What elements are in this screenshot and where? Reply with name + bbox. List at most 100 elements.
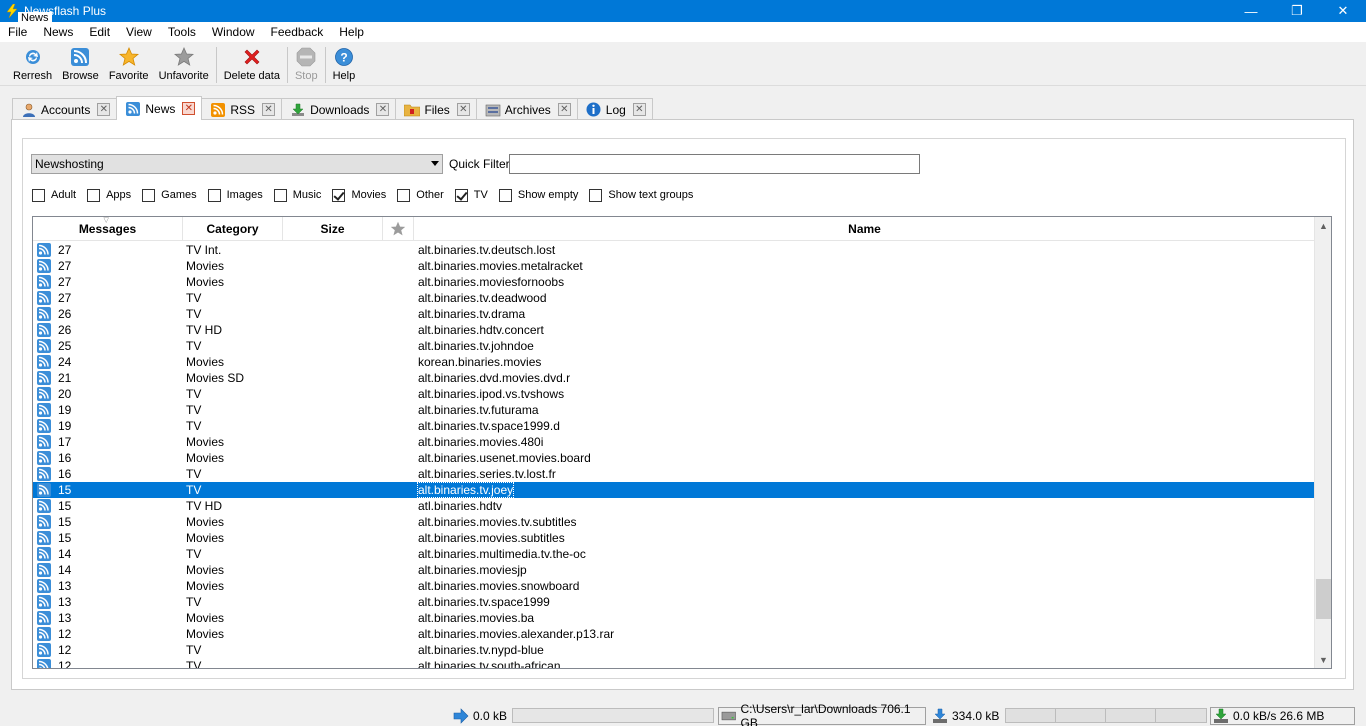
table-row[interactable]: 21 Movies SD alt.binaries.dvd.movies.dvd.r bbox=[33, 370, 1315, 386]
table-row[interactable]: 27 TV alt.binaries.tv.deadwood bbox=[33, 290, 1315, 306]
delete-data-button[interactable]: Delete data bbox=[219, 43, 285, 83]
column-messages[interactable]: ▽ Messages bbox=[33, 217, 183, 241]
table-row[interactable]: 17 Movies alt.binaries.movies.480i bbox=[33, 434, 1315, 450]
table-row[interactable]: 20 TV alt.binaries.ipod.vs.tvshows bbox=[33, 386, 1315, 402]
filter-other[interactable]: Other bbox=[397, 188, 444, 202]
table-row[interactable]: 19 TV alt.binaries.tv.space1999.d bbox=[33, 418, 1315, 434]
table-row[interactable]: 12 TV alt.binaries.tv.south-african bbox=[33, 658, 1315, 668]
table-row[interactable]: 16 TV alt.binaries.series.tv.lost.fr bbox=[33, 466, 1315, 482]
row-category: Movies bbox=[186, 259, 225, 273]
table-row[interactable]: 16 Movies alt.binaries.usenet.movies.board bbox=[33, 450, 1315, 466]
menu-tools[interactable]: Tools bbox=[160, 25, 204, 39]
minimize-button[interactable]: — bbox=[1228, 0, 1274, 22]
filter-apps[interactable]: Apps bbox=[87, 188, 131, 202]
table-row[interactable]: 12 TV alt.binaries.tv.nypd-blue bbox=[33, 642, 1315, 658]
table-row[interactable]: 13 TV alt.binaries.tv.space1999 bbox=[33, 594, 1315, 610]
checkbox[interactable] bbox=[273, 188, 287, 202]
table-row[interactable]: 15 Movies alt.binaries.movies.tv.subtitles bbox=[33, 514, 1315, 530]
refresh-button[interactable]: Rerresh bbox=[8, 43, 57, 83]
row-category: Movies bbox=[186, 563, 225, 577]
help-button[interactable]: ? Help bbox=[328, 43, 361, 83]
row-category: TV Int. bbox=[186, 243, 222, 257]
table-row[interactable]: 13 Movies alt.binaries.movies.snowboard bbox=[33, 578, 1315, 594]
close-icon[interactable]: ✕ bbox=[557, 103, 571, 116]
column-favorite[interactable] bbox=[383, 217, 414, 241]
close-button[interactable]: ✕ bbox=[1320, 0, 1366, 22]
unfavorite-button[interactable]: Unfavorite bbox=[154, 43, 214, 83]
filter-music[interactable]: Music bbox=[273, 188, 321, 202]
filter-movies[interactable]: Movies bbox=[332, 188, 386, 202]
stop-button[interactable]: Stop bbox=[290, 43, 323, 83]
checkbox[interactable] bbox=[207, 188, 221, 202]
close-icon[interactable]: ✕ bbox=[632, 103, 646, 116]
row-category: Movies bbox=[186, 435, 225, 449]
filter-tv[interactable]: TV bbox=[454, 188, 488, 202]
menu-help[interactable]: Help bbox=[331, 25, 372, 39]
rss-icon bbox=[36, 355, 52, 369]
table-row[interactable]: 26 TV alt.binaries.tv.drama bbox=[33, 306, 1315, 322]
maximize-button[interactable]: ❐ bbox=[1274, 0, 1320, 22]
filter-adult[interactable]: Adult bbox=[32, 188, 76, 202]
rss-icon bbox=[70, 47, 90, 67]
menu-feedback[interactable]: Feedback bbox=[263, 25, 332, 39]
tab-files[interactable]: Files ✕ bbox=[395, 98, 477, 120]
close-icon[interactable]: ✕ bbox=[97, 103, 111, 116]
checkbox[interactable] bbox=[397, 188, 411, 202]
filter-show-empty[interactable]: Show empty bbox=[498, 188, 578, 202]
table-row[interactable]: 15 TV alt.binaries.tv.joey bbox=[33, 482, 1315, 498]
table-row[interactable]: 27 TV Int. alt.binaries.tv.deutsch.lost bbox=[33, 242, 1315, 258]
menu-edit[interactable]: Edit bbox=[81, 25, 118, 39]
table-row[interactable]: 15 Movies alt.binaries.movies.subtitles bbox=[33, 530, 1315, 546]
close-icon[interactable]: ✕ bbox=[262, 103, 276, 116]
favorite-button[interactable]: Favorite bbox=[104, 43, 154, 83]
scroll-down-icon[interactable]: ▼ bbox=[1315, 651, 1331, 668]
vertical-scrollbar[interactable]: ▲ ▼ bbox=[1314, 217, 1331, 668]
tab-archives[interactable]: Archives ✕ bbox=[475, 98, 578, 120]
close-icon[interactable]: ✕ bbox=[182, 102, 196, 115]
checkbox[interactable] bbox=[332, 188, 346, 202]
close-icon[interactable]: ✕ bbox=[456, 103, 470, 116]
table-row[interactable]: 24 Movies korean.binaries.movies bbox=[33, 354, 1315, 370]
menu-file[interactable]: File bbox=[0, 25, 35, 39]
scroll-thumb[interactable] bbox=[1316, 579, 1331, 619]
table-row[interactable]: 12 Movies alt.binaries.movies.alexander.p1… bbox=[33, 626, 1315, 642]
row-messages: 19 bbox=[58, 419, 72, 433]
tab-log[interactable]: Log ✕ bbox=[576, 98, 653, 120]
column-name[interactable]: Name bbox=[414, 217, 1315, 241]
checkbox[interactable] bbox=[32, 188, 45, 202]
column-category[interactable]: Category bbox=[183, 217, 283, 241]
table-row[interactable]: 19 TV alt.binaries.tv.futurama bbox=[33, 402, 1315, 418]
table-row[interactable]: 14 TV alt.binaries.multimedia.tv.the-oc bbox=[33, 546, 1315, 562]
table-row[interactable]: 27 Movies alt.binaries.movies.metalracket bbox=[33, 258, 1315, 274]
table-row[interactable]: 25 TV alt.binaries.tv.johndoe bbox=[33, 338, 1315, 354]
tab-rss[interactable]: RSS ✕ bbox=[201, 98, 283, 120]
checkbox[interactable] bbox=[142, 188, 156, 202]
browse-button[interactable]: Browse bbox=[57, 43, 104, 83]
table-row[interactable]: 14 Movies alt.binaries.moviesjp bbox=[33, 562, 1315, 578]
checkbox[interactable] bbox=[87, 188, 101, 202]
quick-filter-input[interactable] bbox=[509, 154, 920, 174]
table-row[interactable]: 26 TV HD alt.binaries.hdtv.concert bbox=[33, 322, 1315, 338]
filter-games[interactable]: Games bbox=[142, 188, 197, 202]
row-messages: 13 bbox=[58, 595, 72, 609]
table-row[interactable]: 13 Movies alt.binaries.movies.ba bbox=[33, 610, 1315, 626]
row-category: Movies bbox=[186, 611, 225, 625]
account-select[interactable]: Newshosting bbox=[31, 154, 443, 174]
table-row[interactable]: 15 TV HD atl.binaries.hdtv bbox=[33, 498, 1315, 514]
tab-downloads[interactable]: Downloads ✕ bbox=[281, 98, 397, 120]
column-size[interactable]: Size bbox=[283, 217, 383, 241]
close-icon[interactable]: ✕ bbox=[376, 103, 390, 116]
rss-icon bbox=[36, 627, 52, 641]
filter-show-text-groups[interactable]: Show text groups bbox=[589, 188, 693, 202]
checkbox[interactable] bbox=[589, 188, 603, 202]
menu-view[interactable]: View bbox=[118, 25, 160, 39]
tab-accounts[interactable]: Accounts ✕ bbox=[12, 98, 118, 120]
filter-images[interactable]: Images bbox=[207, 188, 263, 202]
menu-news[interactable]: News bbox=[35, 25, 81, 39]
checkbox[interactable] bbox=[498, 188, 512, 202]
tab-news[interactable]: News ✕ bbox=[116, 96, 203, 120]
table-row[interactable]: 27 Movies alt.binaries.moviesfornoobs bbox=[33, 274, 1315, 290]
checkbox[interactable] bbox=[454, 188, 468, 202]
menu-window[interactable]: Window bbox=[204, 25, 263, 39]
scroll-up-icon[interactable]: ▲ bbox=[1315, 217, 1331, 234]
